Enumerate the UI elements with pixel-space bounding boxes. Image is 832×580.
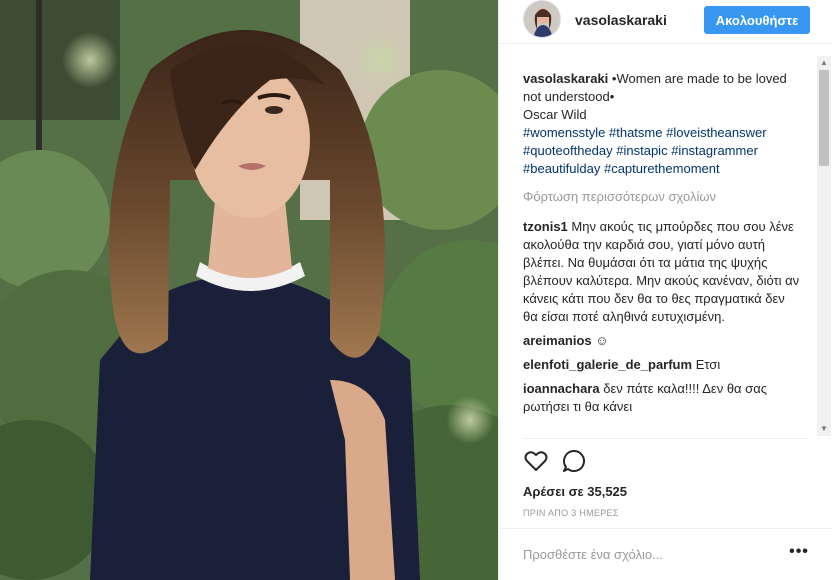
post-side-panel: vasolaskaraki Ακολουθήστε vasolaskaraki …	[498, 0, 832, 580]
add-comment-bar: •••	[499, 528, 832, 580]
post-photo[interactable]	[0, 0, 498, 580]
comment-item: areimanios ☺	[523, 332, 801, 350]
instagram-post-window: vasolaskaraki Ακολουθήστε vasolaskaraki …	[0, 0, 832, 580]
ellipsis-icon[interactable]: •••	[787, 543, 811, 565]
caption: vasolaskaraki •Women are made to be love…	[523, 70, 801, 178]
comment-text: Μην ακούς τις μπούρδες που σου λένε ακολ…	[523, 219, 800, 324]
comments-list[interactable]: vasolaskaraki •Women are made to be love…	[499, 56, 817, 436]
hashtag-link[interactable]: #instapic	[616, 143, 667, 158]
avatar-image	[524, 1, 560, 37]
comment-item: ioannachara δεν πάτε καλα!!!! Δεν θα σας…	[523, 380, 801, 416]
post-header: vasolaskaraki Ακολουθήστε	[499, 0, 832, 44]
heart-icon[interactable]	[523, 448, 549, 474]
hashtag-link[interactable]: #quoteoftheday	[523, 143, 613, 158]
comment-item: tzonis1 Μην ακούς τις μπούρδες που σου λ…	[523, 218, 801, 326]
comment-input[interactable]	[523, 543, 773, 565]
likes-count[interactable]: Αρέσει σε 35,525	[523, 484, 627, 499]
comment-text: ☺	[595, 333, 609, 348]
comment-username[interactable]: areimanios	[523, 333, 592, 348]
hashtag-link[interactable]: #instagrammer	[671, 143, 758, 158]
comment-text: Ετσι	[695, 357, 721, 372]
comment-username[interactable]: elenfoti_galerie_de_parfum	[523, 357, 692, 372]
comment-username[interactable]: tzonis1	[523, 219, 568, 234]
post-photo-illustration	[0, 0, 498, 580]
header-username[interactable]: vasolaskaraki	[575, 12, 667, 28]
post-timestamp: ΠΡΙΝ ΑΠΟ 3 ΗΜΕΡΕΣ	[523, 508, 619, 518]
comment-item: elenfoti_galerie_de_parfum Ετσι	[523, 356, 801, 374]
comments-scrollbar[interactable]: ▲ ▼	[817, 56, 831, 436]
hashtag-link[interactable]: #beautifulday	[523, 161, 600, 176]
scroll-down-arrow-icon[interactable]: ▼	[817, 422, 831, 436]
caption-username[interactable]: vasolaskaraki	[523, 71, 608, 86]
speech-bubble-icon[interactable]	[561, 448, 587, 474]
scroll-up-arrow-icon[interactable]: ▲	[817, 56, 831, 70]
hashtag-link[interactable]: #womensstyle	[523, 125, 605, 140]
divider	[523, 438, 809, 439]
scrollbar-thumb[interactable]	[819, 70, 829, 166]
comment-username[interactable]: ioannachara	[523, 381, 600, 396]
avatar[interactable]	[523, 0, 561, 38]
load-more-comments-link[interactable]: Φόρτωση περισσότερων σχολίων	[523, 188, 801, 206]
follow-button[interactable]: Ακολουθήστε	[704, 6, 810, 34]
hashtag-link[interactable]: #capturethemoment	[604, 161, 720, 176]
caption-text-line2: Oscar Wild	[523, 107, 587, 122]
hashtag-link[interactable]: #thatsme	[609, 125, 662, 140]
hashtag-link[interactable]: #loveistheanswer	[666, 125, 766, 140]
